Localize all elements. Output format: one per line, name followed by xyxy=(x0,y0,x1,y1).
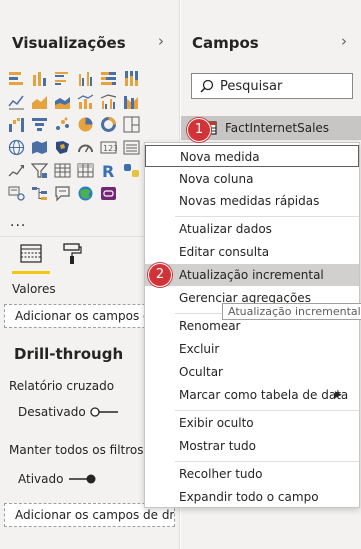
menu-item-new-measure[interactable]: Nova medida xyxy=(145,145,359,167)
100-column-icon[interactable] xyxy=(123,70,140,87)
card-icon[interactable]: 123 xyxy=(100,139,117,156)
decomposition-tree-icon[interactable] xyxy=(31,185,48,202)
drillthrough-title: Drill-through xyxy=(14,345,124,363)
donut-icon[interactable] xyxy=(100,116,117,133)
line-column-icon[interactable] xyxy=(77,93,94,110)
filled-map-icon[interactable] xyxy=(31,139,48,156)
menu-item-incremental-refresh[interactable]: Atualização incremental xyxy=(145,264,359,286)
step-badge-1: 1 xyxy=(187,118,211,142)
toggle-off-icon xyxy=(90,407,118,417)
keep-filters-toggle[interactable]: Ativado xyxy=(18,472,97,486)
gauge-icon[interactable] xyxy=(77,139,94,156)
menu-item-expand-all[interactable]: Expandir todo o campo xyxy=(145,486,359,508)
values-well-label: Valores xyxy=(12,282,56,296)
scatter-icon[interactable] xyxy=(54,116,71,133)
collapse-fields-icon[interactable]: › xyxy=(341,32,347,50)
visualizations-title: Visualizações xyxy=(12,34,126,52)
stacked-bar-icon[interactable] xyxy=(8,70,25,87)
search-icon xyxy=(200,79,214,93)
search-placeholder: Pesquisar xyxy=(220,78,283,94)
line-chart-icon[interactable] xyxy=(8,93,25,110)
power-apps-icon[interactable] xyxy=(100,185,117,202)
fields-search-input[interactable]: Pesquisar xyxy=(191,73,353,99)
fields-title: Campos xyxy=(192,34,259,52)
incremental-refresh-tooltip: Atualização incremental xyxy=(222,303,361,320)
menu-item-new-column[interactable]: Nova coluna xyxy=(145,168,359,190)
cross-report-label: Relatório cruzado xyxy=(9,379,115,393)
clustered-bar-icon[interactable] xyxy=(54,70,71,87)
map-icon[interactable] xyxy=(8,139,25,156)
more-visuals-button[interactable]: ... xyxy=(10,214,26,230)
toggle-on-icon xyxy=(69,474,96,484)
keep-filters-state: Ativado xyxy=(18,472,64,486)
menu-item-view-hidden[interactable]: Exibir oculto xyxy=(145,412,359,434)
active-tab-indicator xyxy=(12,271,50,274)
treemap-icon[interactable] xyxy=(123,116,140,133)
menu-separator xyxy=(175,216,359,217)
menu-item-hide[interactable]: Ocultar xyxy=(145,361,359,383)
stacked-area-icon[interactable] xyxy=(54,93,71,110)
format-paint-roller-icon[interactable] xyxy=(62,243,82,265)
stacked-column-icon[interactable] xyxy=(31,70,48,87)
table-icon[interactable] xyxy=(54,162,71,179)
r-visual-icon[interactable]: R xyxy=(100,162,117,179)
python-visual-icon[interactable] xyxy=(123,162,140,179)
pie-icon[interactable] xyxy=(77,116,94,133)
arcgis-icon[interactable] xyxy=(77,185,94,202)
funnel-icon[interactable] xyxy=(31,116,48,133)
menu-item-unhide-all[interactable]: Mostrar tudo xyxy=(145,435,359,457)
area-chart-icon[interactable] xyxy=(31,93,48,110)
shape-map-icon[interactable] xyxy=(54,139,71,156)
clustered-column-icon[interactable] xyxy=(77,70,94,87)
menu-item-delete[interactable]: Excluir xyxy=(145,338,359,360)
menu-item-refresh-data[interactable]: Atualizar dados xyxy=(145,218,359,240)
step-badge-2: 2 xyxy=(148,263,172,287)
fields-tab-icon[interactable] xyxy=(20,244,42,264)
menu-item-edit-query[interactable]: Editar consulta xyxy=(145,241,359,263)
multirow-card-icon[interactable] xyxy=(123,139,140,156)
kpi-icon[interactable] xyxy=(8,162,25,179)
svg-text:R: R xyxy=(102,162,114,179)
waterfall-icon[interactable] xyxy=(8,116,25,133)
menu-separator xyxy=(175,410,359,411)
ribbon-chart-icon[interactable] xyxy=(123,93,140,110)
matrix-icon[interactable] xyxy=(77,162,94,179)
menu-item-quick-measures[interactable]: Novas medidas rápidas xyxy=(145,190,359,212)
keep-filters-label: Manter todos os filtros xyxy=(9,443,144,457)
menu-separator xyxy=(175,461,359,462)
submenu-arrow-icon: ▶ xyxy=(335,390,342,400)
key-influencers-icon[interactable] xyxy=(8,185,25,202)
collapse-visualizations-icon[interactable]: › xyxy=(158,32,164,50)
svg-text:123: 123 xyxy=(103,144,117,153)
menu-item-mark-date-table[interactable]: Marcar como tabela de data xyxy=(145,384,359,406)
100-bar-icon[interactable] xyxy=(100,70,117,87)
slicer-icon[interactable] xyxy=(31,162,48,179)
table-name: FactInternetSales xyxy=(225,121,330,135)
cross-report-state: Desativado xyxy=(18,405,86,419)
line-clustered-icon[interactable] xyxy=(100,93,117,110)
qa-icon[interactable] xyxy=(54,185,71,202)
menu-item-collapse-all[interactable]: Recolher tudo xyxy=(145,463,359,485)
cross-report-toggle[interactable]: Desativado xyxy=(18,405,120,419)
table-context-menu: Nova medida Nova coluna Novas medidas rá… xyxy=(144,142,360,508)
